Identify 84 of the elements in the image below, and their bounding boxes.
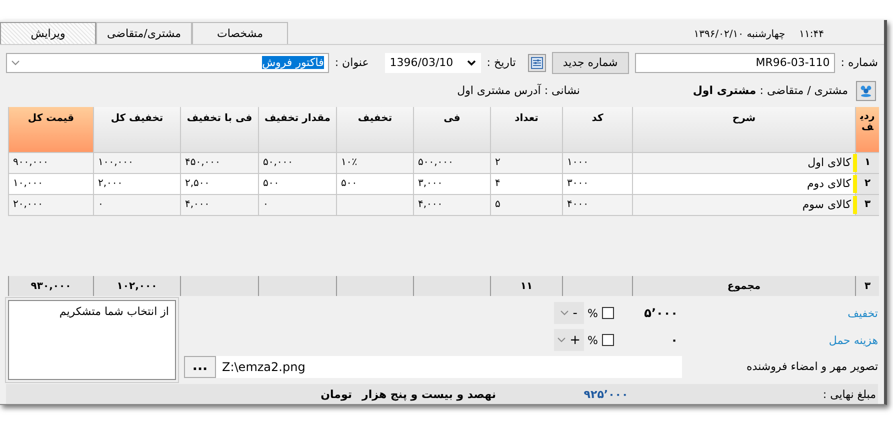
table-cell: کالای اول <box>632 152 855 174</box>
row-marker <box>853 196 857 214</box>
number-label: شماره : <box>840 56 878 70</box>
table-cell: ۲,۵۰۰ <box>180 174 258 195</box>
row-marker <box>853 154 857 172</box>
clock-time: ۱۱:۴۴ <box>799 28 824 40</box>
date-label: تاریخ : <box>486 56 516 70</box>
address-text: نشانی : آدرس مشتری اول <box>457 84 580 98</box>
table-cell: ۲۰,۰۰۰ <box>8 194 93 216</box>
table-cell: ۹۰۰,۰۰۰ <box>8 152 93 174</box>
tab[interactable]: مشخصات <box>192 22 288 44</box>
column-header[interactable]: ردیف <box>855 106 879 153</box>
checkbox[interactable] <box>602 334 614 346</box>
new-number-button[interactable]: شماره جدید <box>552 52 629 74</box>
title-label: عنوان : <box>334 56 369 70</box>
column-header[interactable]: تخفیف <box>336 106 413 153</box>
title-combo[interactable]: فاکتور فروش <box>6 52 329 73</box>
total-cell: مجموع <box>632 276 855 296</box>
adjustment-value: ۰ <box>670 333 679 348</box>
chevron-icon <box>466 60 476 66</box>
total-cell: ۱۱ <box>490 276 562 296</box>
chevron-icon <box>560 310 569 316</box>
table-cell: ۵۰۰ <box>258 174 336 195</box>
currency-unit: تومان <box>320 388 352 401</box>
row-number: ۳ <box>855 194 879 216</box>
column-header[interactable]: کد <box>562 106 632 153</box>
column-header[interactable]: شرح <box>632 106 855 153</box>
chevron-icon <box>11 60 20 66</box>
table-cell: ۱۰,۰۰۰ <box>8 174 93 195</box>
table-cell: ۵۰۰ <box>336 174 413 195</box>
row-marker <box>853 174 857 193</box>
column-header[interactable]: فی با تخفیف <box>180 106 258 153</box>
table-cell: ۲ <box>490 152 562 174</box>
total-cell: ۹۳۰,۰۰۰ <box>8 276 93 296</box>
customer-text: مشتری / متقاضی : مشتری اول <box>692 84 848 98</box>
column-header[interactable]: فی <box>413 106 490 153</box>
adjustment-value: ۵٬۰۰۰ <box>643 306 679 320</box>
table-cell: کالای سوم <box>632 194 855 216</box>
current-date: چهارشنبه ۱۳۹۶/۰۲/۱۰ <box>694 28 786 40</box>
table-cell: ۵۰,۰۰۰ <box>258 152 336 174</box>
table-cell: ۴۰۰۰ <box>562 194 632 216</box>
path-field[interactable]: Z:\emza2.png <box>216 356 682 378</box>
table-cell: ۳,۰۰۰ <box>413 174 490 195</box>
browse-button[interactable]: ... <box>184 356 216 378</box>
table-cell: ۴,۰۰۰ <box>180 194 258 216</box>
table-cell: ۱۰۰۰ <box>562 152 632 174</box>
amount-in-words: نهصد و بیست و پنج هزار <box>362 388 496 401</box>
percent-sign: % <box>588 334 598 347</box>
table-cell: ۵ <box>490 194 562 216</box>
column-header[interactable]: تعداد <box>490 106 562 153</box>
row-number: ۱ <box>855 152 879 174</box>
table-cell: کالای دوم <box>632 174 855 195</box>
note-field[interactable]: از انتخاب شما متشکریم <box>8 300 176 380</box>
column-header[interactable]: مقدار تخفیف <box>258 106 336 153</box>
percent-sign: % <box>588 306 598 320</box>
users-icon[interactable] <box>856 80 876 101</box>
table-cell: ۳۰۰۰ <box>562 174 632 195</box>
table-cell: ۴ <box>490 174 562 195</box>
table-cell: ۲,۰۰۰ <box>93 174 180 195</box>
sign-dropdown[interactable]: - <box>554 302 584 324</box>
checkbox[interactable] <box>602 307 614 320</box>
chevron-icon <box>556 337 566 344</box>
sign-dropdown[interactable]: + <box>554 329 584 352</box>
column-header[interactable]: قیمت کل <box>8 106 93 153</box>
signature-label: تصویر مهر و امضاء فروشنده <box>746 360 878 374</box>
date-field[interactable]: 1396/03/10 <box>384 52 481 73</box>
total-amount: ۹۲۵٬۰۰۰ <box>582 388 630 401</box>
tab[interactable]: ویرایش <box>0 22 96 44</box>
tab[interactable]: مشتری/متقاضی <box>96 22 192 44</box>
table-cell: ۴,۰۰۰ <box>413 194 490 216</box>
table-cell: ۱۰٪ <box>336 152 413 174</box>
total-label: مبلغ نهایی : <box>822 388 876 401</box>
row-count: ۳ <box>855 276 879 296</box>
table-cell: ۵۰۰,۰۰۰ <box>413 152 490 174</box>
table-cell: ۴۵۰,۰۰۰ <box>180 152 258 174</box>
row-number: ۲ <box>855 174 879 195</box>
number-field[interactable]: MR96-03-110 <box>634 52 835 73</box>
table-cell: ۰ <box>93 194 180 216</box>
total-cell <box>562 276 632 296</box>
total-cell: ۱۰۲,۰۰۰ <box>93 276 180 296</box>
column-header[interactable]: تخفیف کل <box>93 106 180 153</box>
table-cell: ۱۰۰,۰۰۰ <box>93 152 180 174</box>
table-cell: ۰ <box>258 194 336 216</box>
sliders-icon[interactable] <box>528 54 546 72</box>
